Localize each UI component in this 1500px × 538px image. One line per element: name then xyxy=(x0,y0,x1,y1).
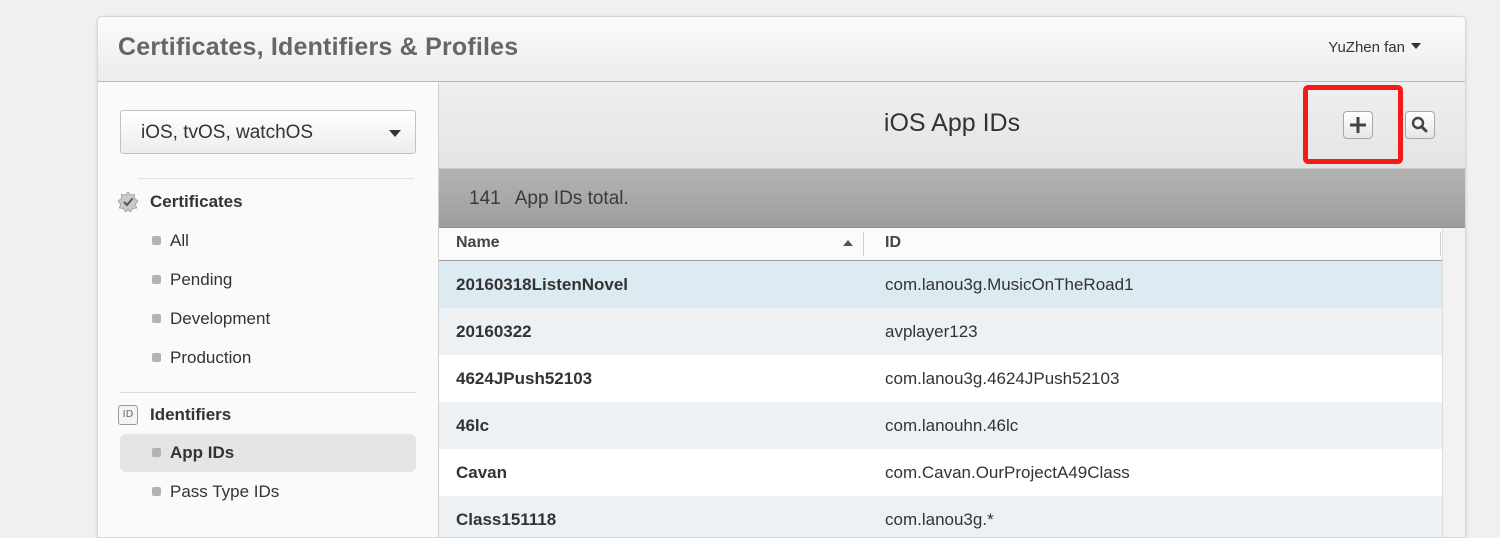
main-panel: iOS App IDs 141 App IDs total. Name ID 2… xyxy=(439,82,1465,537)
table-header: Name ID xyxy=(439,228,1465,261)
sidebar-item-pending[interactable]: Pending xyxy=(120,261,416,299)
total-count: 141 App IDs total. xyxy=(469,188,629,210)
sidebar-item-label: Pass Type IDs xyxy=(170,482,280,501)
platform-select-value: iOS, tvOS, watchOS xyxy=(141,122,314,143)
sidebar-divider xyxy=(120,392,416,393)
sidebar-item-app-ids[interactable]: App IDs xyxy=(120,434,416,472)
sidebar-item-label: Development xyxy=(170,309,271,328)
bullet-icon xyxy=(152,275,161,284)
cell-bundle-id: com.lanouhn.46lc xyxy=(885,416,1019,435)
app-title: Certificates, Identifiers & Profiles xyxy=(118,33,519,61)
sidebar-item-development[interactable]: Development xyxy=(120,300,416,338)
cell-app-name: 20160322 xyxy=(456,322,532,341)
section-title: Identifiers xyxy=(150,405,232,424)
table-row[interactable]: 4624JPush52103 com.lanou3g.4624JPush5210… xyxy=(439,355,1442,402)
cell-bundle-id: com.lanou3g.MusicOnTheRoad1 xyxy=(885,275,1134,294)
table-row[interactable]: 46lc com.lanouhn.46lc xyxy=(439,402,1442,449)
id-icon: ID xyxy=(118,405,138,425)
sidebar-item-all[interactable]: All xyxy=(120,222,416,260)
user-menu[interactable]: YuZhen fan xyxy=(1328,39,1421,56)
bullet-icon xyxy=(152,448,161,457)
sidebar: iOS, tvOS, watchOS Certificates All Pend… xyxy=(98,82,439,537)
main-header: iOS App IDs xyxy=(439,82,1465,169)
section-title: Certificates xyxy=(150,192,243,211)
scrollbar-track[interactable] xyxy=(1442,228,1465,537)
sidebar-item-label: Production xyxy=(170,348,252,367)
cell-app-name: 46lc xyxy=(456,416,490,435)
developer-portal-window: Certificates, Identifiers & Profiles YuZ… xyxy=(97,16,1466,538)
search-button[interactable] xyxy=(1405,111,1435,139)
column-header-id[interactable]: ID xyxy=(885,234,901,252)
table-row[interactable]: 20160318ListenNovel com.lanou3g.MusicOnT… xyxy=(439,261,1442,308)
app-id-table: 20160318ListenNovel com.lanou3g.MusicOnT… xyxy=(439,261,1442,537)
bullet-icon xyxy=(152,236,161,245)
table-row[interactable]: Class151118 com.lanou3g.* xyxy=(439,496,1442,537)
cell-bundle-id: com.Cavan.OurProjectA49Class xyxy=(885,463,1130,482)
bullet-icon xyxy=(152,487,161,496)
cell-app-name: Cavan xyxy=(456,463,508,482)
column-separator xyxy=(863,232,864,256)
sidebar-divider xyxy=(138,178,414,179)
column-header-name[interactable]: Name xyxy=(456,234,500,252)
sort-ascending-icon xyxy=(843,240,853,246)
search-icon xyxy=(1411,116,1428,133)
add-button-highlight xyxy=(1303,85,1403,164)
total-count-label: App IDs total. xyxy=(514,188,629,209)
cell-bundle-id: avplayer123 xyxy=(885,322,978,341)
cell-bundle-id: com.lanou3g.* xyxy=(885,510,994,529)
sidebar-item-label: All xyxy=(170,231,189,250)
column-separator xyxy=(1440,232,1441,256)
sidebar-item-label: App IDs xyxy=(170,443,235,462)
user-name: YuZhen fan xyxy=(1328,39,1405,56)
cell-bundle-id: com.lanou3g.4624JPush52103 xyxy=(885,369,1120,388)
table-row[interactable]: Cavan com.Cavan.OurProjectA49Class xyxy=(439,449,1442,496)
cell-app-name: Class151118 xyxy=(456,510,557,529)
table-row[interactable]: 20160322 avplayer123 xyxy=(439,308,1442,355)
sidebar-item-production[interactable]: Production xyxy=(120,339,416,377)
platform-select[interactable]: iOS, tvOS, watchOS xyxy=(120,110,416,154)
total-count-number: 141 xyxy=(469,188,501,209)
top-bar: Certificates, Identifiers & Profiles YuZ… xyxy=(98,17,1465,82)
chevron-down-icon xyxy=(1411,43,1421,50)
certificate-badge-icon xyxy=(118,192,138,212)
cell-app-name: 4624JPush52103 xyxy=(456,369,593,388)
bullet-icon xyxy=(152,353,161,362)
chevron-down-icon xyxy=(389,130,401,137)
sidebar-item-pass-type-ids[interactable]: Pass Type IDs xyxy=(120,473,416,511)
bullet-icon xyxy=(152,314,161,323)
sidebar-item-label: Pending xyxy=(170,270,233,289)
count-bar: 141 App IDs total. xyxy=(439,169,1465,228)
cell-app-name: 20160318ListenNovel xyxy=(456,275,628,294)
